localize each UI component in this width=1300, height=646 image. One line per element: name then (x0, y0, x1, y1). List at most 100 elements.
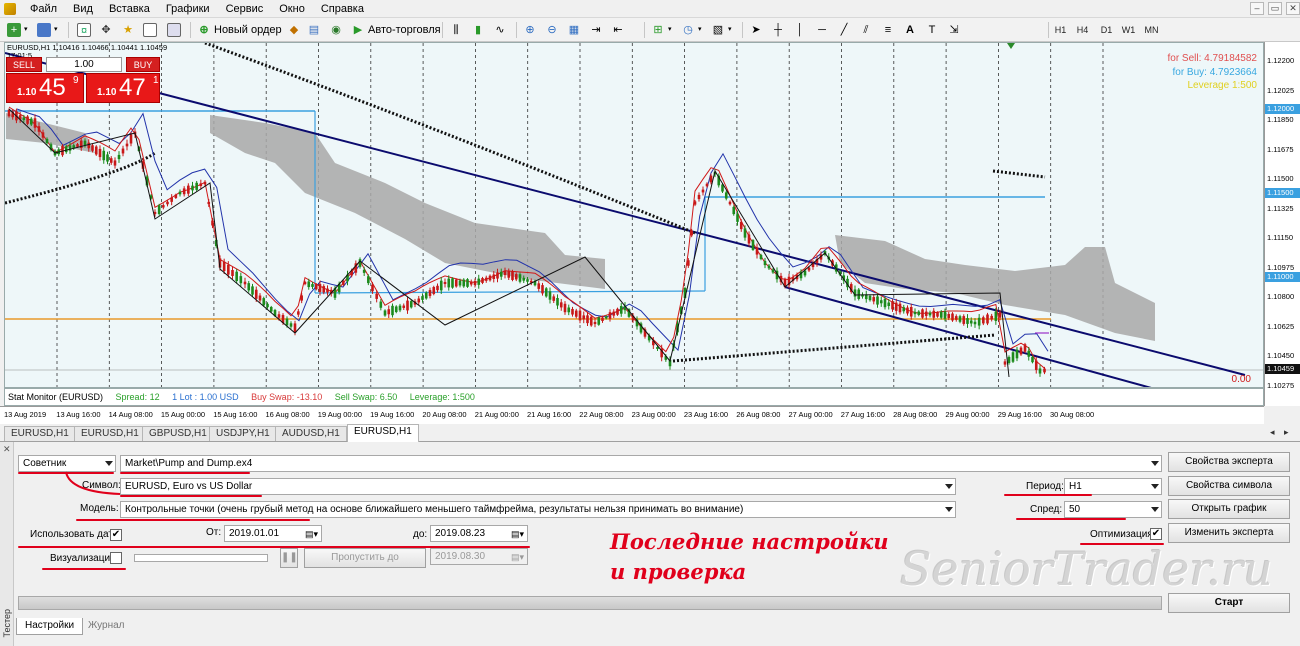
skip-to-button[interactable]: Пропустить до (304, 548, 426, 568)
model-select[interactable]: Контрольные точки (очень грубый метод на… (120, 501, 956, 518)
chart-tab-gbpusd[interactable]: GBPUSD,H1 (142, 426, 214, 441)
chart-tab-eurusd-2[interactable]: EURUSD,H1 (74, 426, 146, 441)
line-chart-button[interactable]: ∿ (492, 21, 508, 39)
fibo-button[interactable]: ≡ (880, 21, 896, 39)
spread-select[interactable]: 50 (1064, 501, 1162, 518)
channel-button[interactable]: ⫽ (858, 21, 874, 39)
menu-help[interactable]: Справка (313, 3, 372, 15)
to-date-input[interactable]: 2019.08.23 ▤▾ (430, 525, 528, 542)
signals-button[interactable]: ▤ (306, 21, 322, 39)
tf-h4[interactable]: H4 (1072, 22, 1093, 38)
tf-d1[interactable]: D1 (1096, 22, 1117, 38)
use-date-checkbox[interactable]: ✔ (110, 529, 122, 541)
tab-journal[interactable]: Журнал (80, 618, 133, 635)
new-chart-button[interactable]: + ▾ (6, 21, 29, 39)
menu-file[interactable]: Файл (22, 3, 65, 15)
menu-view[interactable]: Вид (65, 3, 101, 15)
terminal-button[interactable] (142, 21, 158, 39)
restore-icon[interactable]: ▭ (1268, 2, 1282, 15)
period-select[interactable]: H1 (1064, 478, 1162, 495)
vertical-line-button[interactable]: │ (792, 21, 808, 39)
candle-body (398, 305, 402, 311)
chart-tab-eurusd-active[interactable]: EURUSD,H1 (347, 424, 419, 442)
tf-mn[interactable]: MN (1141, 22, 1162, 38)
periods-button[interactable]: ◷ ▾ (680, 21, 703, 39)
autoscroll-button[interactable]: ⇥ (588, 21, 604, 39)
indicators-button[interactable]: ⊞ ▾ (650, 21, 673, 39)
shift-button[interactable]: ⇤ (610, 21, 626, 39)
candle-body (597, 317, 601, 325)
strategy-tester-button[interactable] (166, 21, 182, 39)
tabs-scroll-right-icon[interactable]: ▸ (1284, 427, 1289, 438)
arrows-button[interactable]: ⇲ (946, 21, 962, 39)
close-icon[interactable]: ✕ (1286, 2, 1300, 15)
symbol-select[interactable]: EURUSD, Euro vs US Dollar (120, 478, 956, 495)
buy-button[interactable]: BUY (126, 57, 160, 72)
sell-price[interactable]: 1.10 45 9 (6, 73, 84, 103)
menu-insert[interactable]: Вставка (101, 3, 158, 15)
sell-button[interactable]: SELL (6, 57, 42, 72)
cursor-button[interactable]: ➤ (748, 21, 764, 39)
market-watch-button[interactable]: ¤ (76, 21, 92, 39)
trendline-button[interactable]: ╱ (836, 21, 852, 39)
pause-button[interactable]: ❚❚ (280, 548, 298, 568)
expert-properties-button[interactable]: Свойства эксперта (1168, 452, 1290, 472)
time-axis[interactable]: 13 Aug 2019 13 Aug 16:00 14 Aug 08:00 15 Au… (0, 406, 1264, 424)
label-button[interactable]: T (924, 21, 940, 39)
period-separator-marker (1007, 43, 1015, 49)
visualization-checkbox[interactable] (110, 552, 122, 564)
time-tick-label: 21 Aug 00:00 (474, 410, 519, 419)
tf-h1[interactable]: H1 (1050, 22, 1071, 38)
menu-window[interactable]: Окно (271, 3, 313, 15)
buy-price[interactable]: 1.10 47 1 (86, 73, 160, 103)
candle-body (129, 134, 133, 144)
auto-trading-button[interactable]: ▶ Авто-торговля (350, 21, 442, 39)
stat-buy-swap: Buy Swap: -13.10 (251, 392, 323, 402)
zoom-in-button[interactable]: ⊕ (522, 21, 538, 39)
tab-settings[interactable]: Настройки (16, 618, 84, 635)
calendar-icon[interactable]: ▤▾ (305, 527, 318, 541)
horizontal-line-button[interactable]: ─ (814, 21, 830, 39)
symbol-properties-button[interactable]: Свойства символа (1168, 476, 1290, 496)
candle-body (436, 285, 439, 291)
profiles-button[interactable]: ▾ (36, 21, 59, 39)
menu-tools[interactable]: Сервис (218, 3, 272, 15)
crosshair-tool-button[interactable]: ┼ (770, 21, 786, 39)
lots-input[interactable]: 1.00 (46, 57, 122, 72)
candle-body (394, 306, 398, 313)
tf-w1[interactable]: W1 (1118, 22, 1139, 38)
navigator-button[interactable]: ★ (120, 21, 136, 39)
menu-charts[interactable]: Графики (158, 3, 218, 15)
optimization-checkbox[interactable]: ✔ (1150, 528, 1162, 540)
metaeditor-button[interactable]: ◆ (286, 21, 302, 39)
zoom-out-button[interactable]: ⊖ (544, 21, 560, 39)
candle-body (690, 230, 693, 236)
bar-chart-button[interactable]: ⫼ (448, 21, 464, 39)
price-axis[interactable]: 1.12200 1.12025 1.11850 1.11675 1.11500 1.113… (1264, 42, 1300, 406)
candles-button[interactable]: ▮ (470, 21, 486, 39)
price-chart[interactable]: EURUSD,H1 1.10416 1.10466 1.10441 1.1045… (4, 42, 1264, 388)
tabs-scroll-left-icon[interactable]: ◂ (1270, 427, 1275, 438)
calendar-icon[interactable]: ▤▾ (511, 527, 524, 541)
chart-tab-eurusd-1[interactable]: EURUSD,H1 (4, 426, 76, 441)
calendar-icon[interactable]: ▤▾ (511, 550, 524, 564)
open-chart-button[interactable]: Открыть график (1168, 499, 1290, 519)
tile-button[interactable]: ▦ (566, 21, 582, 39)
tester-close-icon[interactable]: ✕ (3, 444, 11, 455)
visualization-speed-slider[interactable] (134, 554, 268, 562)
templates-button[interactable]: ▧ ▾ (710, 21, 733, 39)
edit-expert-button[interactable]: Изменить эксперта (1168, 523, 1290, 543)
data-window-button[interactable]: ✥ (98, 21, 114, 39)
skip-date-input[interactable]: 2019.08.30 ▤▾ (430, 548, 528, 565)
start-button[interactable]: Старт (1168, 593, 1290, 613)
candle-body (902, 307, 906, 312)
from-date-input[interactable]: 2019.01.01 ▤▾ (224, 525, 322, 542)
minimize-icon[interactable]: – (1250, 2, 1264, 15)
chart-tab-usdjpy[interactable]: USDJPY,H1 (209, 426, 277, 441)
annotation-underline-dates (18, 546, 530, 548)
chart-tab-audusd[interactable]: AUDUSD,H1 (275, 426, 347, 441)
market-button[interactable]: ◉ (328, 21, 344, 39)
text-button[interactable]: A (902, 21, 918, 39)
new-order-button[interactable]: ⊕ Новый ордер (196, 21, 283, 39)
expert-select[interactable]: Market\Pump and Dump.ex4 (120, 455, 1162, 472)
